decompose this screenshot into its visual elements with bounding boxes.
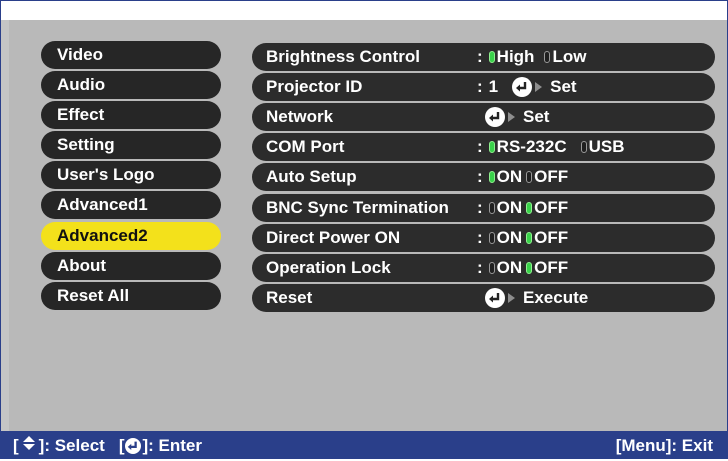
row-auto-setup[interactable]: Auto Setup : ON OFF (252, 163, 715, 191)
row-com-port[interactable]: COM Port : RS-232C USB (252, 133, 715, 161)
option-high[interactable]: High (497, 43, 535, 71)
row-value: : ON OFF (477, 194, 578, 222)
sidebar-item-about[interactable]: About (41, 252, 221, 280)
right-arrow-icon (508, 293, 515, 303)
sidebar-item-label: Setting (57, 135, 115, 154)
option-usb[interactable]: USB (589, 133, 625, 161)
sidebar-item-label: Audio (57, 75, 106, 94)
option-on[interactable]: ON (497, 224, 523, 252)
radio-usb[interactable] (580, 141, 587, 153)
sidebar-item-setting[interactable]: Setting (41, 131, 221, 159)
radio-on[interactable] (488, 202, 495, 214)
option-low[interactable]: Low (552, 43, 586, 71)
row-label: Network (266, 107, 334, 126)
projector-menu-window: Video Audio Effect Setting User's Logo A… (0, 0, 728, 459)
radio-off[interactable] (526, 171, 533, 183)
row-label: Reset (266, 288, 313, 307)
row-value: : 1 Set (477, 73, 577, 101)
row-projector-id[interactable]: Projector ID : 1 Set (252, 73, 715, 101)
sidebar-item-label: Reset All (57, 286, 130, 305)
enter-hint-open: [ (118, 436, 125, 455)
row-label: Projector ID (266, 77, 363, 96)
enter-icon (485, 107, 505, 127)
select-hint: ]: Select (38, 436, 105, 455)
row-label: COM Port (266, 137, 345, 156)
up-down-icon (21, 431, 37, 461)
option-off[interactable]: OFF (534, 224, 568, 252)
colon: : (477, 137, 483, 156)
sidebar-item-label: Advanced2 (57, 226, 148, 245)
sidebar-item-label: About (57, 256, 107, 275)
row-label: Operation Lock (266, 258, 391, 277)
row-bnc-sync-termination[interactable]: BNC Sync Termination : ON OFF (252, 194, 715, 222)
colon: : (477, 198, 483, 217)
right-arrow-icon (508, 112, 515, 122)
option-off[interactable]: OFF (534, 163, 568, 191)
sidebar-item-advanced1[interactable]: Advanced1 (41, 191, 221, 219)
radio-high[interactable] (488, 51, 495, 63)
colon: : (477, 258, 483, 277)
projector-id-value: 1 (488, 77, 499, 96)
sidebar-item-label: Advanced1 (57, 195, 148, 214)
enter-icon (512, 77, 533, 97)
select-hint-open: [ (13, 436, 19, 455)
status-hints: [ ]: Select [ ]: Enter (13, 431, 202, 461)
radio-on[interactable] (488, 262, 495, 274)
right-arrow-icon (535, 82, 543, 92)
row-brightness-control[interactable]: Brightness Control : High Low (252, 43, 715, 71)
colon: : (477, 228, 483, 247)
radio-rs232c[interactable] (488, 141, 495, 153)
enter-icon (125, 438, 142, 454)
sidebar-item-advanced2[interactable]: Advanced2 (41, 222, 221, 250)
row-network[interactable]: Network Set (252, 103, 715, 131)
sidebar-item-label: Video (57, 45, 103, 64)
colon: : (477, 167, 483, 186)
radio-off[interactable] (526, 202, 533, 214)
row-value: Set (485, 103, 549, 131)
row-value: : ON OFF (477, 224, 578, 252)
option-off[interactable]: OFF (534, 254, 568, 282)
sidebar-item-label: User's Logo (57, 165, 155, 184)
row-value: : High Low (477, 43, 596, 71)
execute-action[interactable]: Execute (523, 284, 588, 312)
status-bar: [ ]: Select [ ]: Enter [Menu]: Exit (1, 431, 727, 458)
row-value: : ON OFF (477, 163, 578, 191)
row-label: Direct Power ON (266, 228, 401, 247)
row-value: Execute (485, 284, 588, 312)
option-on[interactable]: ON (497, 254, 523, 282)
row-reset[interactable]: Reset Execute (252, 284, 715, 312)
exit-hint: [Menu]: Exit (615, 436, 713, 455)
radio-on[interactable] (488, 171, 495, 183)
sidebar-item-label: Effect (57, 105, 105, 124)
sidebar-item-audio[interactable]: Audio (41, 71, 221, 99)
row-operation-lock[interactable]: Operation Lock : ON OFF (252, 254, 715, 282)
option-off[interactable]: OFF (534, 194, 568, 222)
set-action[interactable]: Set (523, 103, 549, 131)
colon: : (477, 77, 483, 96)
sidebar-item-reset-all[interactable]: Reset All (41, 282, 221, 310)
radio-off[interactable] (526, 262, 533, 274)
row-label: Auto Setup (266, 167, 357, 186)
sidebar-item-users-logo[interactable]: User's Logo (41, 161, 221, 189)
set-action[interactable]: Set (550, 73, 576, 101)
row-label: BNC Sync Termination (266, 198, 449, 217)
option-on[interactable]: ON (497, 163, 523, 191)
sidebar-item-video[interactable]: Video (41, 41, 221, 69)
radio-low[interactable] (544, 51, 551, 63)
enter-icon (485, 288, 505, 308)
option-rs232c[interactable]: RS-232C (497, 133, 567, 161)
sidebar-item-effect[interactable]: Effect (41, 101, 221, 129)
row-direct-power-on[interactable]: Direct Power ON : ON OFF (252, 224, 715, 252)
row-value: : RS-232C USB (477, 133, 635, 161)
top-strip (1, 1, 727, 20)
option-on[interactable]: ON (497, 194, 523, 222)
radio-on[interactable] (488, 232, 495, 244)
row-value: : ON OFF (477, 254, 578, 282)
colon: : (477, 47, 483, 66)
enter-hint: ]: Enter (142, 436, 202, 455)
radio-off[interactable] (526, 232, 533, 244)
row-label: Brightness Control (266, 47, 420, 66)
